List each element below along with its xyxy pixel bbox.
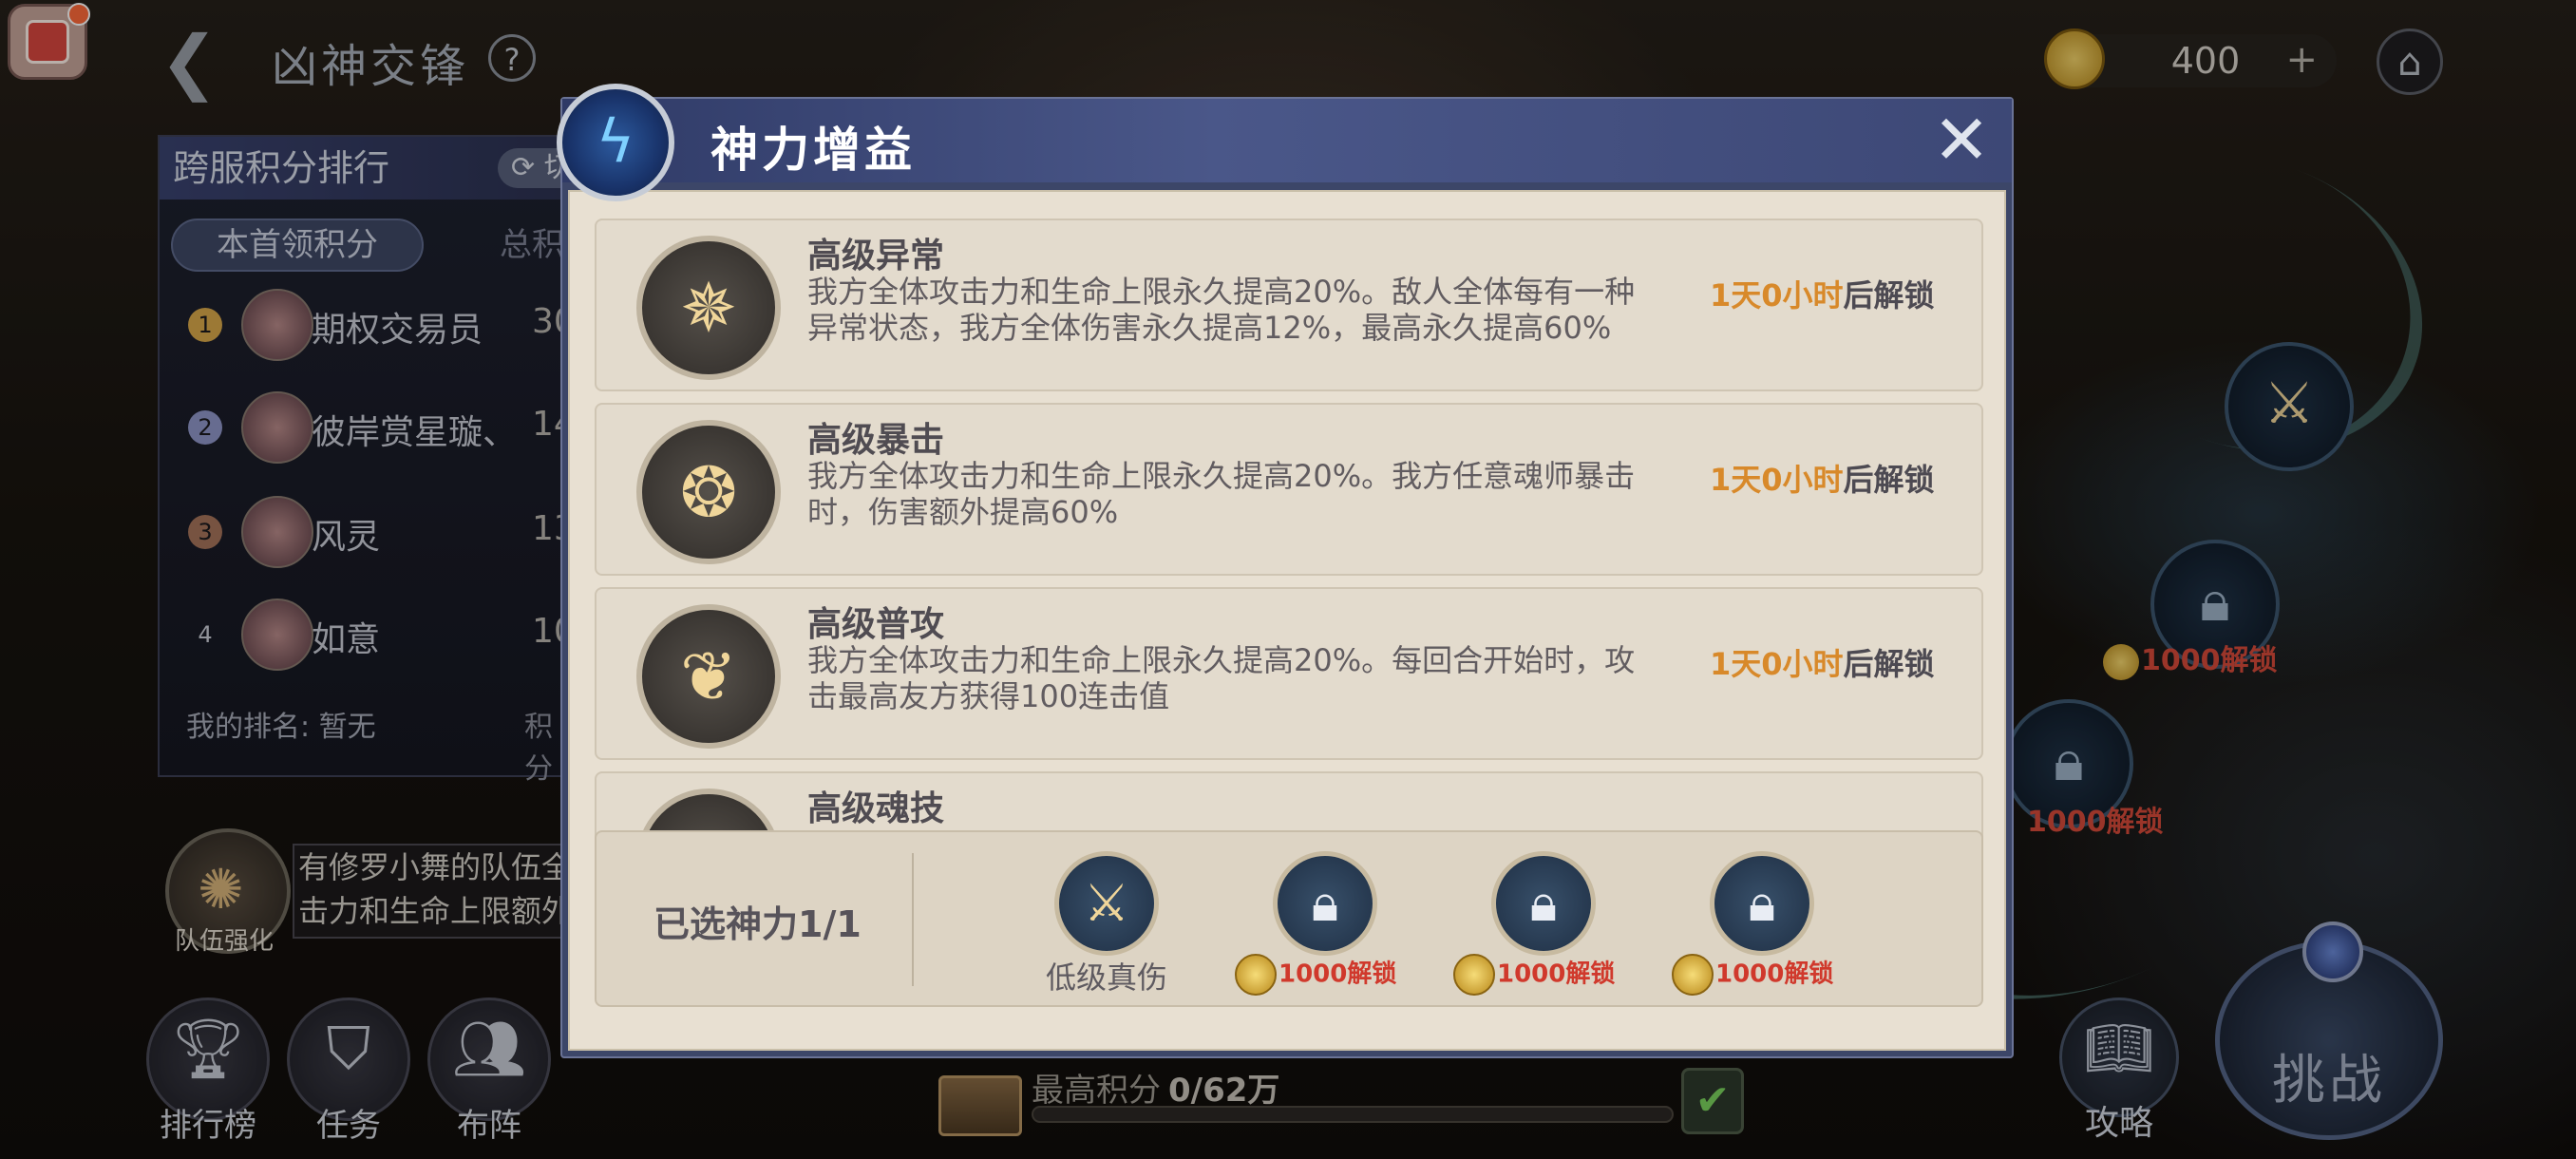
unlock-cost: 1000解锁 [1672,954,1862,996]
lock-icon: 🔒︎ [1273,851,1377,956]
spider-coin-icon [1235,954,1277,996]
buff-card[interactable]: ❂ 高级暴击 我方全体攻击力和生命上限永久提高20%。我方任意魂师暴击时，伤害额… [595,403,1983,576]
unlock-time: 1天0小时 [1710,462,1844,498]
selected-power-bar: 已选神力1/1 ⚔ 低级真伤 🔒︎ 1000解锁 🔒︎ 1000解锁 🔒︎ 10… [595,830,1983,1007]
power-slot-chosen[interactable]: ⚔ 低级真伤 [1046,851,1167,996]
spider-coin-icon [1672,954,1714,996]
unlock-time: 1天0小时 [1710,646,1844,682]
divider [912,853,914,986]
unlock-cost: 1000解锁 [1453,954,1643,996]
power-slot-locked[interactable]: 🔒︎ 1000解锁 [1453,851,1615,996]
selected-count: 已选神力1/1 [653,903,862,945]
unlock-timer: 1天0小时后解锁 [1710,456,1935,500]
wings-icon: ❦ [636,604,781,749]
close-icon: ✕ [1932,100,1991,180]
power-slot-locked[interactable]: 🔒︎ 1000解锁 [1672,851,1833,996]
unlock-timer: 1天0小时后解锁 [1710,272,1935,315]
unlock-cost-label: 1000解锁 [1715,960,1834,989]
spider-coin-icon [1453,954,1495,996]
buff-name: 高级暴击 [807,421,945,460]
dialog-title: 神力增益 [710,123,916,178]
power-slot-label: 低级真伤 [1045,960,1167,996]
unlock-cost-label: 1000解锁 [1497,960,1616,989]
buff-card[interactable]: ✵ 高级异常 我方全体攻击力和生命上限永久提高20%。敌人全体每有一种异常状态，… [595,218,1983,391]
power-slot-locked[interactable]: 🔒︎ 1000解锁 [1235,851,1396,996]
unlock-time: 1天0小时 [1710,277,1844,314]
buff-description: 我方全体攻击力和生命上限永久提高20%。每回合开始时，攻击最高友方获得100连击… [807,642,1636,714]
buff-description: 我方全体攻击力和生命上限永久提高20%。我方任意魂师暴击时，伤害额外提高60% [807,458,1636,530]
dialog-emblem: ϟ [557,84,674,201]
unlock-timer: 1天0小时后解锁 [1710,640,1935,684]
unlock-suffix: 后解锁 [1843,646,1935,682]
lock-icon: 🔒︎ [1491,851,1596,956]
lightning-icon: ϟ [596,106,635,176]
buff-card[interactable]: ❦ 高级普攻 我方全体攻击力和生命上限永久提高20%。每回合开始时，攻击最高友方… [595,587,1983,760]
buff-name: 高级异常 [807,237,945,276]
spider-icon: ✵ [636,236,781,380]
unlock-suffix: 后解锁 [1843,462,1935,498]
buff-description: 我方全体攻击力和生命上限永久提高20%。敌人全体每有一种异常状态，我方全体伤害永… [807,274,1636,346]
lock-icon: 🔒︎ [1710,851,1814,956]
unlock-cost: 1000解锁 [1235,954,1425,996]
unlock-suffix: 后解锁 [1843,277,1935,314]
buff-list[interactable]: ✵ 高级异常 我方全体攻击力和生命上限永久提高20%。敌人全体每有一种异常状态，… [595,218,1983,918]
divine-power-dialog: ϟ 神力增益 ✕ ✵ 高级异常 我方全体攻击力和生命上限永久提高20%。敌人全体… [557,84,2014,1058]
buff-name: 高级普攻 [807,605,945,644]
eagle-icon: ❂ [636,420,781,564]
sword-icon: ⚔ [1054,851,1159,956]
close-button[interactable]: ✕ [1928,105,1995,174]
buff-name: 高级魂技 [807,789,945,828]
unlock-cost-label: 1000解锁 [1279,960,1397,989]
